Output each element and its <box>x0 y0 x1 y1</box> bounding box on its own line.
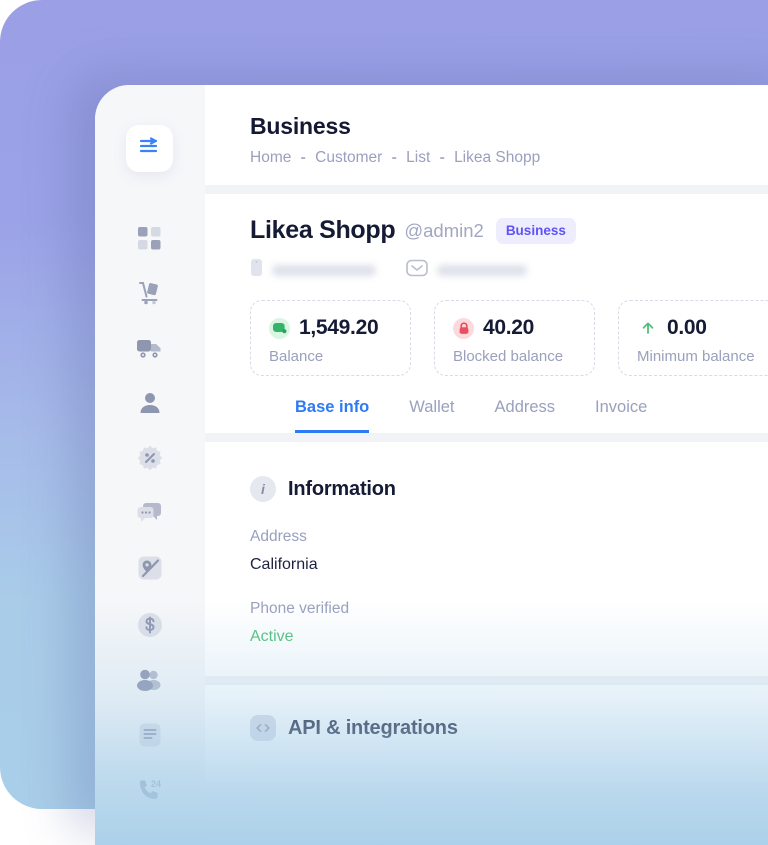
grid-squares-icon <box>137 226 162 251</box>
sidebar-item-profile[interactable] <box>126 383 173 423</box>
breadcrumb-item-list[interactable]: List <box>406 149 430 166</box>
sidebar-item-map[interactable] <box>126 548 173 588</box>
breadcrumb-separator: - <box>439 149 445 166</box>
main-content: Business Home - Customer - List - Likea … <box>205 85 768 845</box>
status-badge: Business <box>495 217 576 244</box>
field-value: Active <box>250 628 294 645</box>
code-icon <box>250 715 276 741</box>
api-header: API & integrations <box>250 715 768 741</box>
balance-label: Blocked balance <box>453 348 564 365</box>
phone-contact[interactable] <box>250 258 376 282</box>
breadcrumb: Home - Customer - List - Likea Shopp <box>250 149 768 167</box>
customer-name: Likea Shopp <box>250 216 396 244</box>
balance-label: Balance <box>269 348 324 365</box>
customer-summary: Likea Shopp @admin2 Business 1,549.20 Ba… <box>205 194 768 433</box>
sidebar-item-dashboard[interactable] <box>126 218 173 258</box>
tab-wallet[interactable]: Wallet <box>409 398 454 433</box>
tab-base-info[interactable]: Base info <box>295 398 370 433</box>
sidebar-item-documents[interactable] <box>126 715 173 755</box>
users-group-icon <box>136 668 163 692</box>
envelope-icon <box>406 259 428 282</box>
breadcrumb-item-current: Likea Shopp <box>454 149 541 166</box>
customer-handle: @admin2 <box>404 219 484 241</box>
breadcrumb-item-home[interactable]: Home <box>250 149 291 166</box>
balance-cards: 1,549.20 Balance 40.20 Blocked balance 0… <box>250 300 768 376</box>
panel-divider <box>205 676 768 685</box>
panel-divider <box>205 433 768 442</box>
sidebar-collapse-button[interactable] <box>126 125 173 172</box>
tab-invoice[interactable]: Invoice <box>595 398 647 433</box>
sidebar-item-discounts[interactable] <box>126 438 173 478</box>
balance-label: Minimum balance <box>637 348 755 365</box>
information-section: i Information Address California Phone v… <box>205 442 768 676</box>
field-value: California <box>250 556 318 573</box>
truck-icon <box>136 336 163 360</box>
dollar-coin-icon <box>137 612 163 638</box>
balance-value: 0.00 <box>667 316 707 339</box>
arrow-up-icon <box>637 318 658 339</box>
app-window: 24 Business Home - Customer - List - Lik… <box>95 85 768 845</box>
balance-card: 40.20 Blocked balance <box>434 300 595 376</box>
email-contact[interactable] <box>406 259 527 282</box>
field-label: Phone verified <box>250 600 350 617</box>
money-icon <box>269 317 290 339</box>
percent-badge-icon <box>137 445 163 471</box>
document-icon <box>138 722 162 748</box>
contact-row <box>250 258 768 282</box>
balance-value: 1,549.20 <box>299 316 379 339</box>
svg-text:24: 24 <box>151 779 161 789</box>
phone-icon <box>250 258 263 282</box>
chat-bubbles-icon <box>137 501 163 525</box>
phone-24h-icon: 24 <box>137 778 163 802</box>
person-icon <box>138 391 162 415</box>
sidebar-item-finance[interactable] <box>126 605 173 645</box>
balance-card: 0.00 Minimum balance <box>618 300 768 376</box>
page-header: Business Home - Customer - List - Likea … <box>205 85 768 185</box>
phone-number-redacted <box>272 264 376 276</box>
map-pin-icon <box>137 555 163 581</box>
sidebar-item-support[interactable]: 24 <box>126 770 173 810</box>
sidebar-item-messages[interactable] <box>126 493 173 533</box>
balance-card: 1,549.20 Balance <box>250 300 411 376</box>
info-icon: i <box>250 476 276 502</box>
breadcrumb-separator: - <box>300 149 306 166</box>
sidebar-item-customers[interactable] <box>126 660 173 700</box>
collapse-arrow-icon <box>138 136 162 161</box>
balance-value: 40.20 <box>483 316 535 339</box>
panel-divider <box>205 185 768 194</box>
field-address: Address California <box>250 528 768 574</box>
hand-truck-icon <box>137 280 163 306</box>
information-header: i Information <box>250 476 768 502</box>
tab-bar: Base info Wallet Address Invoice <box>250 398 768 433</box>
sidebar-item-orders[interactable] <box>126 273 173 313</box>
breadcrumb-separator: - <box>391 149 397 166</box>
sidebar: 24 <box>95 85 205 845</box>
field-label: Address <box>250 528 307 545</box>
sidebar-item-delivery[interactable] <box>126 328 173 368</box>
customer-identity: Likea Shopp @admin2 Business <box>250 216 768 245</box>
api-section: API & integrations <box>205 685 768 781</box>
page-title: Business <box>250 113 351 139</box>
api-title: API & integrations <box>288 716 458 739</box>
tab-address[interactable]: Address <box>495 398 556 433</box>
field-phone-verified: Phone verified Active <box>250 600 768 646</box>
information-title: Information <box>288 477 396 500</box>
breadcrumb-item-customer[interactable]: Customer <box>315 149 382 166</box>
lock-icon <box>453 317 474 339</box>
email-address-redacted <box>437 264 527 276</box>
